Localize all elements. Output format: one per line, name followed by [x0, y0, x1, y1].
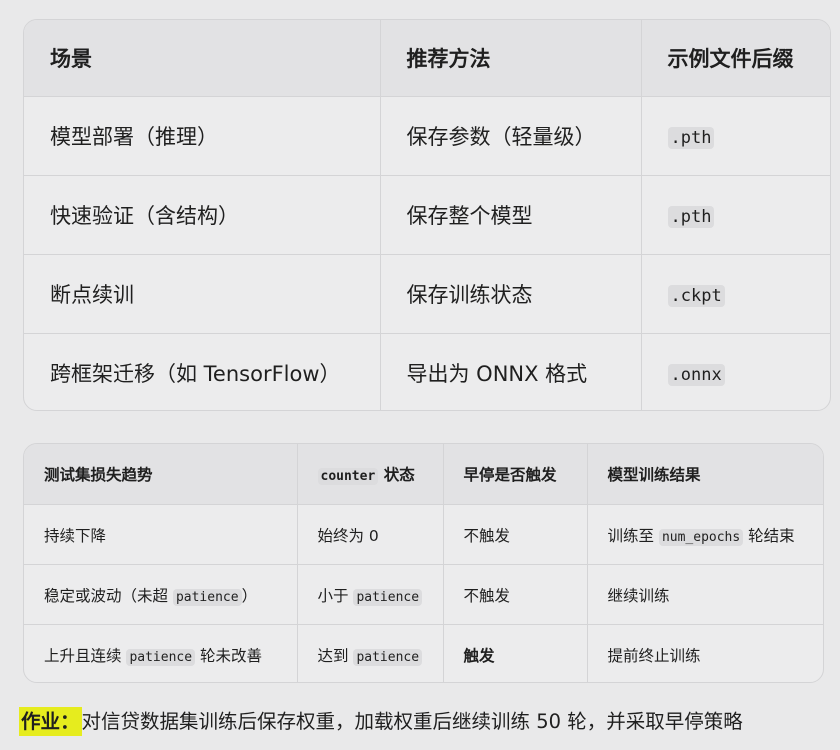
- early-stopping-table: 测试集损失趋势 counter 状态 早停是否触发 模型训练结果 持续下降 始终…: [23, 443, 824, 683]
- cell-result: 继续训练: [587, 564, 823, 625]
- cell-counter: 始终为 0: [297, 504, 444, 565]
- patience-code: patience: [172, 588, 242, 606]
- patience-code: patience: [353, 588, 423, 606]
- cell-counter: 达到 patience: [297, 624, 444, 682]
- cell-suffix: .ckpt: [641, 254, 830, 334]
- header-counter: counter 状态: [297, 444, 444, 505]
- homework-text: 对信贷数据集训练后保存权重，加载权重后继续训练 50 轮，并采取早停策略: [81, 710, 743, 733]
- table-row: 稳定或波动（未超 patience） 小于 patience 不触发 继续训练: [24, 564, 823, 625]
- header-method: 推荐方法: [380, 20, 642, 97]
- table-row: 持续下降 始终为 0 不触发 训练至 num_epochs 轮结束: [24, 504, 823, 565]
- cell-scene: 跨框架迁移（如 TensorFlow）: [24, 333, 381, 410]
- header-scene: 场景: [24, 20, 381, 97]
- cell-method: 保存参数（轻量级）: [380, 96, 642, 176]
- cell-scene: 快速验证（含结构）: [24, 175, 381, 255]
- suffix-code: .ckpt: [667, 285, 725, 307]
- epochs-code: num_epochs: [658, 528, 744, 546]
- cell-trend: 持续下降: [24, 504, 298, 565]
- cell-trend: 稳定或波动（未超 patience）: [24, 564, 298, 625]
- table-row: 跨框架迁移（如 TensorFlow） 导出为 ONNX 格式 .onnx: [24, 333, 830, 411]
- table-header-row: 场景 推荐方法 示例文件后缀: [24, 20, 830, 97]
- suffix-code: .pth: [667, 127, 715, 149]
- save-methods-table: 场景 推荐方法 示例文件后缀 模型部署（推理） 保存参数（轻量级） .pth 快…: [23, 19, 831, 411]
- header-trend: 测试集损失趋势: [24, 444, 298, 505]
- suffix-code: .pth: [667, 206, 715, 228]
- cell-suffix: .onnx: [641, 334, 830, 411]
- cell-stop: 不触发: [443, 504, 588, 565]
- cell-suffix: .pth: [641, 96, 830, 176]
- cell-stop: 不触发: [443, 564, 588, 625]
- header-result: 模型训练结果: [587, 444, 823, 505]
- homework-note: 作业： 对信贷数据集训练后保存权重，加载权重后继续训练 50 轮，并采取早停策略: [19, 705, 743, 736]
- cell-method: 导出为 ONNX 格式: [380, 333, 642, 410]
- cell-suffix: .pth: [641, 175, 830, 255]
- counter-code: counter: [317, 468, 379, 485]
- homework-label: 作业：: [19, 707, 82, 736]
- cell-result: 训练至 num_epochs 轮结束: [587, 504, 823, 565]
- suffix-code: .onnx: [667, 364, 725, 386]
- cell-result: 提前终止训练: [607, 646, 701, 665]
- table-header-row: 测试集损失趋势 counter 状态 早停是否触发 模型训练结果: [24, 444, 823, 505]
- table-row: 模型部署（推理） 保存参数（轻量级） .pth: [24, 96, 830, 176]
- cell-stop: 触发: [443, 624, 588, 682]
- table-row: 断点续训 保存训练状态 .ckpt: [24, 254, 830, 334]
- cell-scene: 模型部署（推理）: [24, 96, 381, 176]
- header-stop: 早停是否触发: [443, 444, 588, 505]
- cell-counter: 小于 patience: [297, 564, 444, 625]
- cell-trend: 上升且连续 patience 轮未改善: [24, 624, 298, 682]
- cell-scene: 断点续训: [24, 254, 381, 334]
- header-suffix: 示例文件后缀: [641, 20, 830, 97]
- cell-method: 保存训练状态: [380, 254, 642, 334]
- patience-code: patience: [126, 648, 196, 666]
- table-row: 上升且连续 patience 轮未改善 达到 patience 触发 提前终止训…: [24, 624, 823, 682]
- table-row: 快速验证（含结构） 保存整个模型 .pth: [24, 175, 830, 255]
- cell-method: 保存整个模型: [380, 175, 642, 255]
- patience-code: patience: [353, 648, 423, 666]
